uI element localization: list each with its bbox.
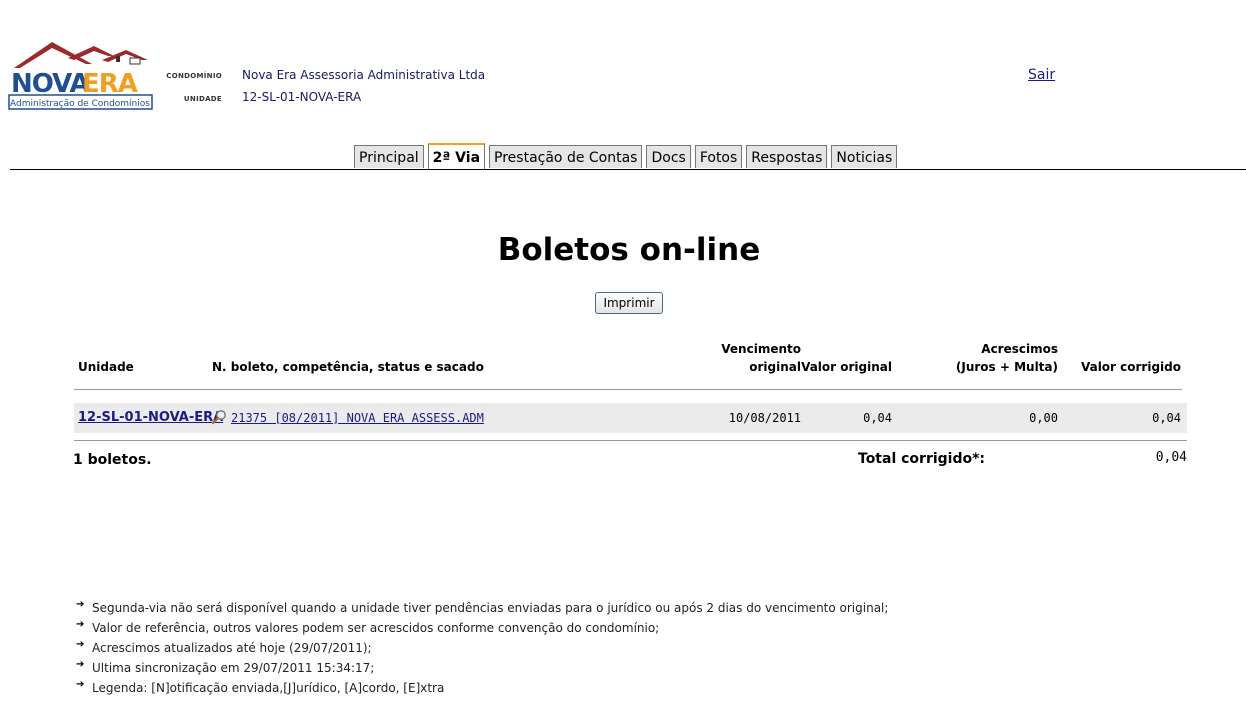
unidade-value: 12-SL-01-NOVA-ERA xyxy=(242,90,362,104)
list-item: ➔ Legenda: [N]otificação enviada,[J]urídi… xyxy=(76,678,888,698)
arrow-icon: ➔ xyxy=(76,679,85,690)
arrow-icon: ➔ xyxy=(76,659,85,670)
magnifier-icon[interactable] xyxy=(211,409,227,425)
total-label: Total corrigido*: xyxy=(858,451,986,467)
header-vencimento: Vencimento original xyxy=(721,342,801,374)
boletos-count: 1 boletos. xyxy=(73,452,152,468)
row-acrescimos: 0,00 xyxy=(1029,411,1058,425)
nova-era-logo: NOVA ERA Administração de Condomínios xyxy=(8,42,153,110)
row-unidade-link[interactable]: 12-SL-01-NOVA-ERA xyxy=(78,410,223,425)
list-item: ➔ Acrescimos atualizados até hoje (29/07/… xyxy=(76,638,888,658)
tab-principal[interactable]: Principal xyxy=(354,145,424,168)
list-item: ➔ Valor de referência, outros valores pod… xyxy=(76,618,888,638)
condominio-label: CONDOMÍNIO xyxy=(166,72,222,80)
row-valor-corrigido: 0,04 xyxy=(1152,411,1181,425)
logout-link[interactable]: Sair xyxy=(1028,67,1055,83)
header-valor-corrigido: Valor corrigido xyxy=(1080,360,1181,374)
arrow-icon: ➔ xyxy=(76,599,85,610)
tab-respostas[interactable]: Respostas xyxy=(746,145,828,168)
header-divider xyxy=(74,389,1182,390)
print-button[interactable]: Imprimir xyxy=(595,292,663,314)
header-valor-original: Valor original xyxy=(801,360,892,374)
tab-2a-via[interactable]: 2ª Via xyxy=(427,143,486,170)
unidade-label: UNIDADE xyxy=(183,95,222,103)
tab-prestacao-de-contas[interactable]: Prestação de Contas xyxy=(489,145,643,168)
svg-text:Administração de Condomínios: Administração de Condomínios xyxy=(10,99,150,109)
main-tabs: Principal 2ª Via Prestação de Contas Doc… xyxy=(354,143,901,170)
tab-noticias[interactable]: Noticias xyxy=(831,145,898,168)
arrow-icon: ➔ xyxy=(76,639,85,650)
header-unidade: Unidade xyxy=(78,360,134,374)
row-vencimento: 10/08/2011 xyxy=(728,411,801,425)
notes-list: ➔ Segunda-via não será disponível quando … xyxy=(76,598,888,698)
tab-docs[interactable]: Docs xyxy=(646,145,691,168)
tab-fotos[interactable]: Fotos xyxy=(694,145,743,168)
page-title: Boletos on-line xyxy=(497,232,761,268)
header-acrescimos: Acrescimos (Juros + Multa) xyxy=(955,342,1058,374)
row-boleto-link[interactable]: 21375 [08/2011] NOVA ERA ASSESS.ADM xyxy=(231,411,484,425)
tab-divider xyxy=(10,169,1246,170)
header-boleto: N. boleto, competência, status e sacado xyxy=(212,360,484,374)
arrow-icon: ➔ xyxy=(76,619,85,630)
total-value: 0,04 xyxy=(1155,450,1187,465)
list-item: ➔ Segunda-via não será disponível quando … xyxy=(76,598,888,618)
row-divider xyxy=(74,440,1187,441)
condominio-value: Nova Era Assessoria Administrativa Ltda xyxy=(242,68,486,82)
list-item: ➔ Ultima sincronização em 29/07/2011 15:3… xyxy=(76,658,888,678)
row-valor-original: 0,04 xyxy=(863,411,892,425)
